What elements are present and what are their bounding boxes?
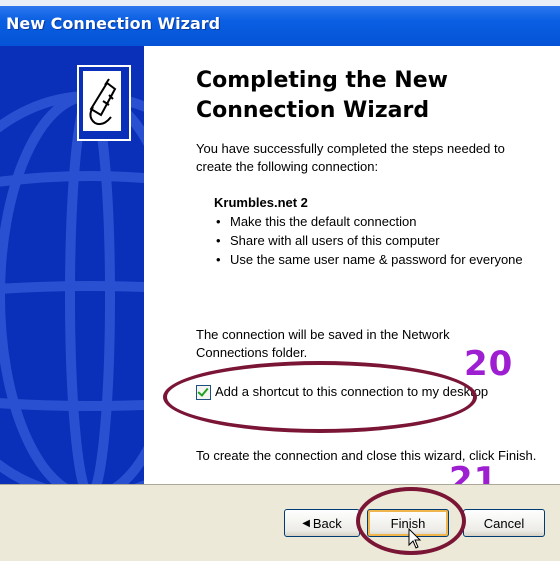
annotation-step-20: 20 <box>464 344 514 384</box>
detail-item: Share with all users of this computer <box>216 231 523 250</box>
detail-item: Make this the default connection <box>216 212 523 231</box>
chevron-left-icon: ◀ <box>302 517 310 529</box>
intro-text: You have successfully completed the step… <box>196 141 505 174</box>
detail-item: Use the same user name & password for ev… <box>216 250 523 269</box>
window-title: New Connection Wizard <box>6 14 221 33</box>
back-button[interactable]: ◀ Back <box>284 509 360 537</box>
connection-details-list: Make this the default connection Share w… <box>216 212 523 269</box>
cancel-button-label: Cancel <box>483 515 525 531</box>
title-bar-top-strip <box>0 0 560 6</box>
annotation-ellipse-checkbox <box>163 361 477 433</box>
phone-connection-icon <box>77 65 131 141</box>
cancel-button[interactable]: Cancel <box>463 509 545 537</box>
title-bar[interactable]: New Connection Wizard <box>0 0 560 46</box>
page-title: Completing the New Connection Wizard <box>196 68 448 123</box>
mouse-pointer-icon <box>408 528 422 549</box>
connection-name: Krumbles.net 2 <box>214 195 308 210</box>
back-button-label: Back <box>312 515 342 531</box>
